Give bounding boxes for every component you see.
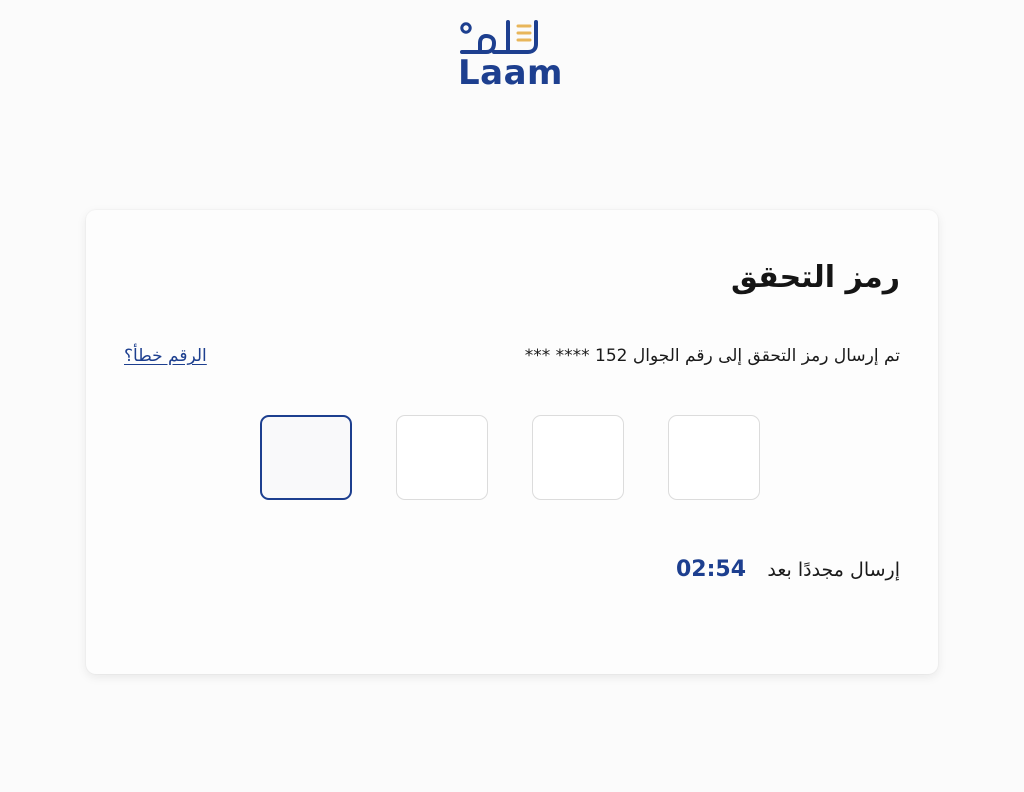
laam-logo: Laam [452,18,572,98]
logo-wordmark: Laam [458,53,563,93]
wrong-number-link[interactable]: الرقم خطأ؟ [124,346,207,366]
page-title: رمز التحقق [731,260,900,295]
otp-digit-4[interactable] [260,415,352,500]
otp-digit-1[interactable] [668,415,760,500]
resend-label: إرسال مجددًا بعد [767,559,900,581]
otp-digit-3[interactable] [396,415,488,500]
laam-arabic-logo-mark [460,20,538,54]
otp-digit-2[interactable] [532,415,624,500]
verification-card: رمز التحقق تم إرسال رمز التحقق إلى رقم ا… [86,210,938,674]
sent-code-description: تم إرسال رمز التحقق إلى رقم الجوال 152 *… [524,346,900,366]
resend-timer: 02:54 [676,557,747,582]
